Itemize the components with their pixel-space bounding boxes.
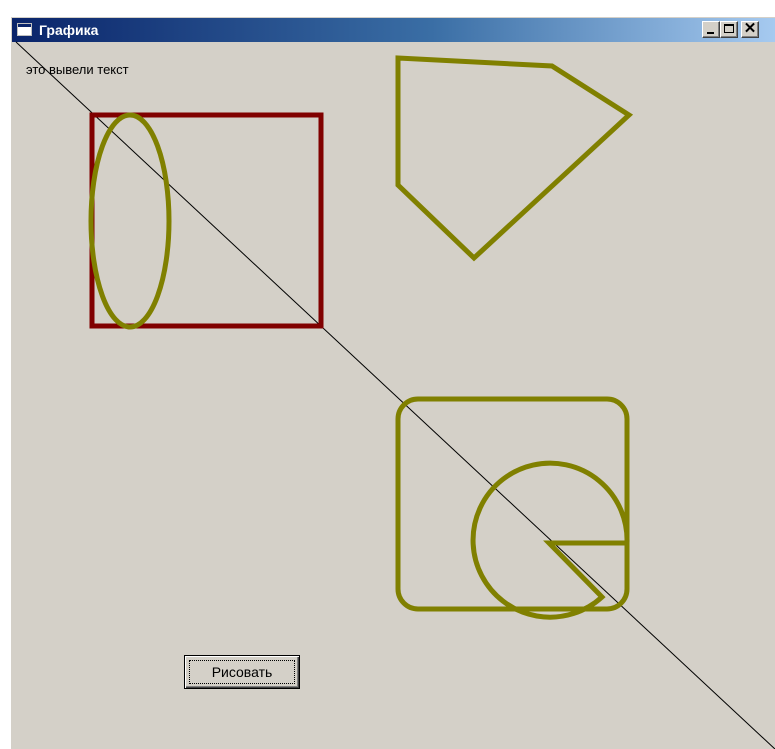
app-window: Графика ✕ это вывели текст Рисовать [10,16,775,749]
olive-pentagon [395,55,634,262]
output-text: это вывели текст [26,62,129,77]
draw-button[interactable]: Рисовать [184,655,300,689]
drawing-canvas [15,41,775,749]
draw-button-label: Рисовать [211,664,273,680]
olive-ellipse [88,112,172,330]
